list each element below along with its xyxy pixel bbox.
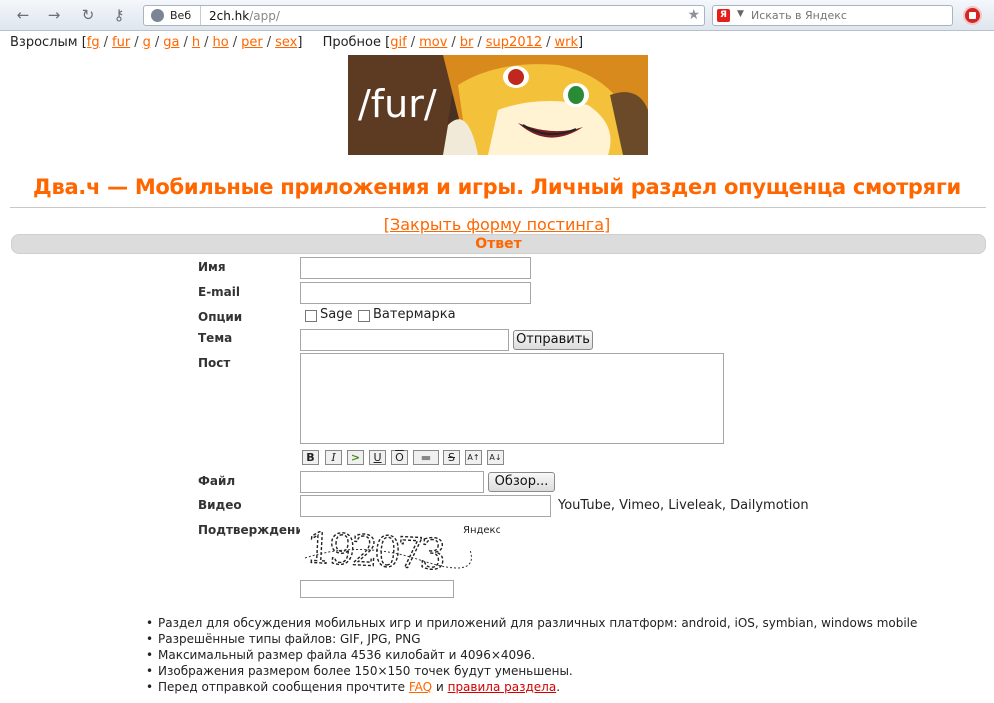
options-label: Опции: [198, 310, 243, 324]
address-separator: [200, 6, 201, 25]
email-field[interactable]: [300, 282, 531, 304]
board-link-wrk[interactable]: wrk: [555, 35, 579, 50]
board-link-sex[interactable]: sex: [275, 35, 297, 50]
address-bar[interactable]: Веб 2ch.hk/app/ ★: [143, 5, 705, 26]
watermark-label[interactable]: Ватермарка: [373, 307, 456, 322]
video-url-field[interactable]: [300, 495, 551, 517]
banner-artwork: /fur/: [348, 55, 648, 155]
key-icon[interactable]: ⚷: [108, 5, 130, 25]
file-path-field[interactable]: [300, 471, 484, 493]
rule-prefix: Перед отправкой сообщения прочтите: [158, 680, 406, 694]
sage-checkbox[interactable]: [305, 310, 317, 322]
sage-label[interactable]: Sage: [320, 307, 352, 322]
spoiler-button[interactable]: ▬: [413, 450, 439, 465]
search-input[interactable]: [751, 8, 946, 23]
rule-item: Разрешённые типы файлов: GIF, JPG, PNG: [146, 631, 917, 647]
close-form-row: [Закрыть форму постинга]: [0, 215, 994, 234]
trial-group-label: Пробное: [322, 35, 382, 50]
url-host: 2ch.hk: [209, 9, 250, 23]
rule-item: Изображения размером более 150×150 точек…: [146, 663, 917, 679]
video-hosts-hint: YouTube, Vimeo, Liveleak, Dailymotion: [558, 498, 809, 513]
strikethrough-button[interactable]: S: [443, 450, 460, 465]
board-link-fg[interactable]: fg: [87, 35, 100, 50]
yandex-logo-icon: Я: [717, 9, 730, 22]
captcha-picture: 192073 Яндекс: [304, 522, 501, 580]
board-link-sup2012[interactable]: sup2012: [486, 35, 542, 50]
video-label: Видео: [198, 498, 242, 512]
post-label: Пост: [198, 356, 231, 370]
board-link-h[interactable]: h: [192, 35, 200, 50]
rule-item: Максимальный размер файла 4536 килобайт …: [146, 647, 917, 663]
browser-toolbar: ← → ↻ ⚷ Веб 2ch.hk/app/ ★ Я ▼: [0, 0, 994, 31]
email-label: E-mail: [198, 285, 241, 299]
reply-header: Ответ: [11, 234, 986, 254]
overline-button[interactable]: O: [391, 450, 408, 465]
adult-group-label: Взрослым: [10, 35, 78, 50]
name-label: Имя: [198, 260, 226, 274]
yandex-search-box[interactable]: Я ▼: [712, 5, 953, 26]
board-link-br[interactable]: br: [460, 35, 474, 50]
captcha-brand: Яндекс: [463, 525, 500, 536]
captcha-image[interactable]: 192073 Яндекс: [300, 520, 501, 580]
rule-and: и: [435, 680, 444, 694]
trial-boards-group: Пробное [gif / mov / br / sup2012/wrk]: [322, 35, 584, 50]
url-text[interactable]: 2ch.hk/app/: [209, 9, 280, 23]
board-link-fur[interactable]: fur: [112, 35, 130, 50]
board-link-ga[interactable]: ga: [163, 35, 179, 50]
search-engine-label: Веб: [170, 9, 192, 22]
rule-item: Раздел для обсуждения мобильных игр и пр…: [146, 615, 917, 631]
back-arrow-icon[interactable]: ←: [12, 5, 34, 25]
faq-link[interactable]: FAQ: [409, 680, 432, 694]
bold-button[interactable]: B: [302, 450, 319, 465]
bookmark-star-icon[interactable]: ★: [687, 7, 700, 23]
globe-icon: [151, 9, 164, 22]
watermark-checkbox[interactable]: [358, 310, 370, 322]
adult-boards-group: Взрослым [fg / fur / g / ga / h / ho / per / sex]: [10, 35, 307, 50]
forward-arrow-icon[interactable]: →: [43, 5, 65, 25]
board-banner-image[interactable]: /fur/: [348, 55, 648, 155]
board-link-g[interactable]: g: [143, 35, 151, 50]
italic-button[interactable]: I: [325, 450, 342, 465]
superscript-button[interactable]: A↑: [465, 450, 482, 465]
chevron-down-icon[interactable]: ▼: [737, 9, 744, 19]
quote-button[interactable]: >: [347, 450, 364, 465]
underline-button[interactable]: U: [369, 450, 386, 465]
board-link-gif[interactable]: gif: [390, 35, 406, 50]
banner-title: /fur/: [358, 82, 437, 126]
board-link-mov[interactable]: mov: [419, 35, 447, 50]
board-rules-link[interactable]: правила раздела: [448, 680, 557, 694]
browse-button[interactable]: Обзор...: [488, 472, 555, 492]
board-link-per[interactable]: per: [241, 35, 263, 50]
close-posting-form-link[interactable]: [Закрыть форму постинга]: [384, 215, 611, 234]
post-textarea[interactable]: [300, 353, 724, 444]
page-title: Два.ч — Мобильные приложения и игры. Лич…: [33, 175, 961, 199]
subject-label: Тема: [198, 331, 233, 345]
captcha-code: 192073: [305, 523, 445, 579]
board-rules-list: Раздел для обсуждения мобильных игр и пр…: [146, 615, 917, 695]
url-path: /app/: [249, 9, 280, 23]
name-field[interactable]: [300, 257, 531, 279]
subscript-button[interactable]: A↓: [487, 450, 504, 465]
rule-item-read-before-posting: Перед отправкой сообщения прочтите FAQ и…: [146, 679, 917, 695]
rule-suffix: .: [556, 680, 561, 694]
title-divider: [10, 207, 986, 208]
subject-field[interactable]: [300, 329, 509, 351]
captcha-answer-field[interactable]: [300, 580, 454, 598]
board-navigation: Взрослым [fg / fur / g / ga / h / ho / per / sex] Проб…: [10, 35, 593, 50]
captcha-label: Подтверждение: [198, 523, 312, 537]
submit-button[interactable]: Отправить: [513, 330, 593, 350]
reload-icon[interactable]: ↻: [77, 5, 99, 25]
board-link-ho[interactable]: ho: [213, 35, 229, 50]
file-label: Файл: [198, 474, 236, 488]
stop-icon[interactable]: [963, 6, 982, 25]
